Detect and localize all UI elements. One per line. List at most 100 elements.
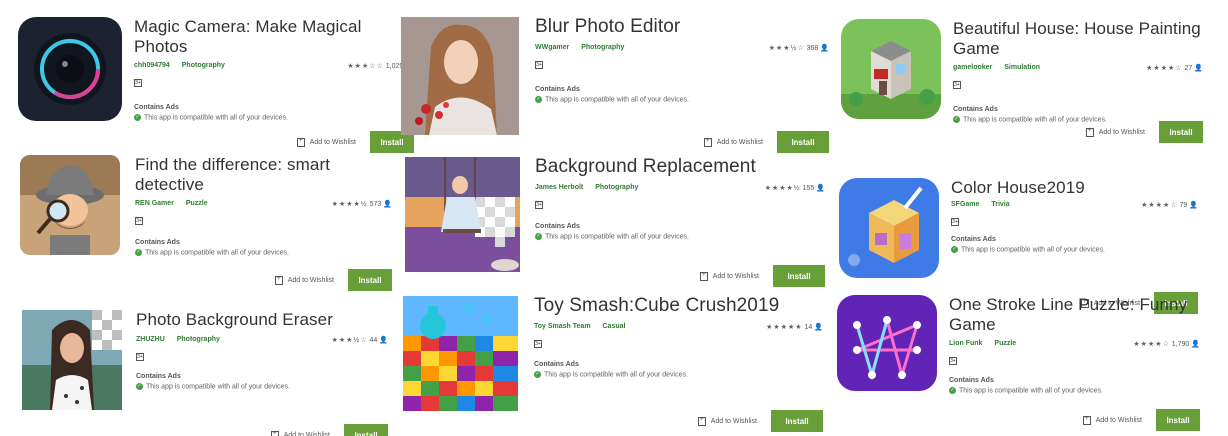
contains-ads-label: Contains Ads bbox=[534, 361, 579, 368]
install-button[interactable]: Install bbox=[1159, 121, 1203, 143]
check-icon: ✓ bbox=[135, 249, 142, 256]
developer-link[interactable]: James Herbolt bbox=[535, 184, 583, 191]
add-to-wishlist-button[interactable]: Add to Wishlist bbox=[697, 416, 757, 426]
contains-ads-label: Contains Ads bbox=[535, 223, 580, 230]
app-icon-blur-photo-editor[interactable] bbox=[401, 17, 519, 135]
app-icon-photo-background-eraser[interactable] bbox=[22, 310, 122, 410]
check-icon: ✓ bbox=[535, 233, 542, 240]
bookmark-icon bbox=[1082, 415, 1091, 425]
star-rating: ★★★½☆ bbox=[768, 45, 805, 52]
app-title[interactable]: Magic Camera: Make Magical Photos bbox=[134, 17, 414, 57]
category-link[interactable]: Trivia bbox=[991, 201, 1009, 208]
star-rating: ★★★★☆ bbox=[1133, 341, 1170, 348]
check-icon: ✓ bbox=[134, 114, 141, 121]
star-rating: ★★★★☆ bbox=[1141, 202, 1178, 209]
developer-link[interactable]: gamelooker bbox=[953, 64, 992, 71]
app-title[interactable]: Blur Photo Editor bbox=[535, 17, 829, 37]
app-title[interactable]: Beautiful House: House Painting Game bbox=[953, 19, 1203, 59]
app-card-magic-camera[interactable]: Magic Camera: Make Magical Photos chh094… bbox=[18, 17, 418, 153]
check-icon: ✓ bbox=[953, 116, 960, 123]
content-rating-badge: 3+ bbox=[134, 79, 142, 87]
install-button[interactable]: Install bbox=[344, 424, 388, 436]
add-to-wishlist-button[interactable]: Add to Wishlist bbox=[1082, 415, 1142, 425]
app-icon-color-house[interactable] bbox=[839, 178, 939, 278]
rating: ★★★½☆ 368 👤 bbox=[769, 44, 829, 52]
review-count: 1,790 bbox=[1171, 341, 1190, 348]
review-count: 573 bbox=[369, 201, 382, 208]
star-rating: ★★★★★ bbox=[766, 324, 803, 331]
review-count: 155 bbox=[802, 185, 815, 192]
app-icon-toy-smash[interactable] bbox=[403, 296, 518, 411]
category-link[interactable]: Puzzle bbox=[994, 340, 1016, 347]
app-title[interactable]: Color House2019 bbox=[951, 178, 1198, 198]
developer-link[interactable]: SFGame bbox=[951, 201, 979, 208]
contains-ads-label: Contains Ads bbox=[535, 86, 580, 93]
person-icon: 👤 bbox=[1189, 202, 1198, 209]
app-icon-beautiful-house[interactable] bbox=[841, 19, 941, 119]
content-rating-badge: 3+ bbox=[951, 218, 959, 226]
category-link[interactable]: Photography bbox=[595, 184, 638, 191]
category-link[interactable]: Puzzle bbox=[186, 200, 208, 207]
content-rating-badge: 3+ bbox=[534, 340, 542, 348]
developer-link[interactable]: chh094794 bbox=[134, 62, 170, 69]
app-title[interactable]: Toy Smash:Cube Crush2019 bbox=[534, 296, 823, 316]
install-button[interactable]: Install bbox=[771, 410, 823, 432]
app-title[interactable]: Find the difference: smart detective bbox=[135, 155, 392, 195]
app-card-find-the-difference[interactable]: Find the difference: smart detective REN… bbox=[20, 155, 396, 291]
check-icon: ✓ bbox=[951, 246, 958, 253]
compatibility-note: ✓ This app is compatible with all of your… bbox=[535, 96, 689, 104]
app-icon-magic-camera[interactable] bbox=[18, 17, 122, 121]
review-count: 27 bbox=[1184, 65, 1193, 72]
app-icon-background-replacement[interactable] bbox=[405, 157, 520, 272]
contains-ads-label: Contains Ads bbox=[136, 373, 181, 380]
app-card-background-replacement[interactable]: Background Replacement James Herbolt Pho… bbox=[405, 157, 829, 287]
content-rating-badge: 3+ bbox=[953, 81, 961, 89]
app-card-beautiful-house[interactable]: Beautiful House: House Painting Game gam… bbox=[841, 19, 1207, 155]
check-icon: ✓ bbox=[534, 371, 541, 378]
content-rating-badge: 3+ bbox=[135, 217, 143, 225]
add-to-wishlist-button[interactable]: Add to Wishlist bbox=[699, 271, 759, 281]
bookmark-icon bbox=[699, 271, 708, 281]
add-to-wishlist-button[interactable]: Add to Wishlist bbox=[1085, 127, 1145, 137]
app-card-toy-smash[interactable]: Toy Smash:Cube Crush2019 Toy Smash Team … bbox=[403, 296, 827, 432]
category-link[interactable]: Photography bbox=[581, 44, 624, 51]
developer-link[interactable]: WWgamer bbox=[535, 44, 569, 51]
app-title[interactable]: Background Replacement bbox=[535, 157, 825, 177]
install-button[interactable]: Install bbox=[348, 269, 392, 291]
app-title[interactable]: Photo Background Eraser bbox=[136, 310, 388, 330]
check-icon: ✓ bbox=[535, 96, 542, 103]
developer-link[interactable]: Toy Smash Team bbox=[534, 323, 591, 330]
compatibility-note: ✓ This app is compatible with all of your… bbox=[134, 114, 288, 122]
add-to-wishlist-button[interactable]: Add to Wishlist bbox=[270, 430, 330, 436]
install-button[interactable]: Install bbox=[773, 265, 825, 287]
app-icon-find-the-difference[interactable] bbox=[20, 155, 120, 255]
install-button[interactable]: Install bbox=[777, 131, 829, 153]
category-link[interactable]: Photography bbox=[177, 336, 220, 343]
category-link[interactable]: Casual bbox=[603, 323, 626, 330]
add-to-wishlist-button[interactable]: Add to Wishlist bbox=[296, 137, 356, 147]
app-grid: Magic Camera: Make Magical Photos chh094… bbox=[0, 0, 1228, 436]
compatibility-note: ✓ This app is compatible with all of your… bbox=[135, 249, 289, 257]
app-icon-one-stroke-line-puzzle[interactable] bbox=[837, 295, 937, 391]
install-button[interactable]: Install bbox=[1156, 409, 1200, 431]
app-title[interactable]: One Stroke Line Puzzle: Funny Game bbox=[949, 295, 1200, 335]
add-to-wishlist-button[interactable]: Add to Wishlist bbox=[274, 275, 334, 285]
app-card-color-house[interactable]: Color House2019 SFGame Trivia ★★★★☆ 79 👤 … bbox=[839, 178, 1202, 314]
contains-ads-label: Contains Ads bbox=[953, 106, 998, 113]
person-icon: 👤 bbox=[379, 337, 388, 344]
person-icon: 👤 bbox=[814, 324, 823, 331]
rating: ★★★★½ 573 👤 bbox=[332, 200, 392, 208]
add-to-wishlist-button[interactable]: Add to Wishlist bbox=[703, 137, 763, 147]
content-rating-badge: 3+ bbox=[535, 201, 543, 209]
developer-link[interactable]: REN Gamer bbox=[135, 200, 174, 207]
app-card-photo-background-eraser[interactable]: Photo Background Eraser ZHUZHU Photograp… bbox=[22, 310, 392, 436]
app-card-one-stroke-line-puzzle[interactable]: One Stroke Line Puzzle: Funny Game Lion … bbox=[837, 295, 1204, 431]
developer-link[interactable]: Lion Funk bbox=[949, 340, 982, 347]
app-card-blur-photo-editor[interactable]: Blur Photo Editor WWgamer Photography ★★… bbox=[401, 17, 833, 153]
content-rating-badge: 3+ bbox=[136, 353, 144, 361]
person-icon: 👤 bbox=[816, 185, 825, 192]
developer-link[interactable]: ZHUZHU bbox=[136, 336, 165, 343]
review-count: 79 bbox=[1179, 202, 1188, 209]
category-link[interactable]: Simulation bbox=[1004, 64, 1040, 71]
category-link[interactable]: Photography bbox=[182, 62, 225, 69]
